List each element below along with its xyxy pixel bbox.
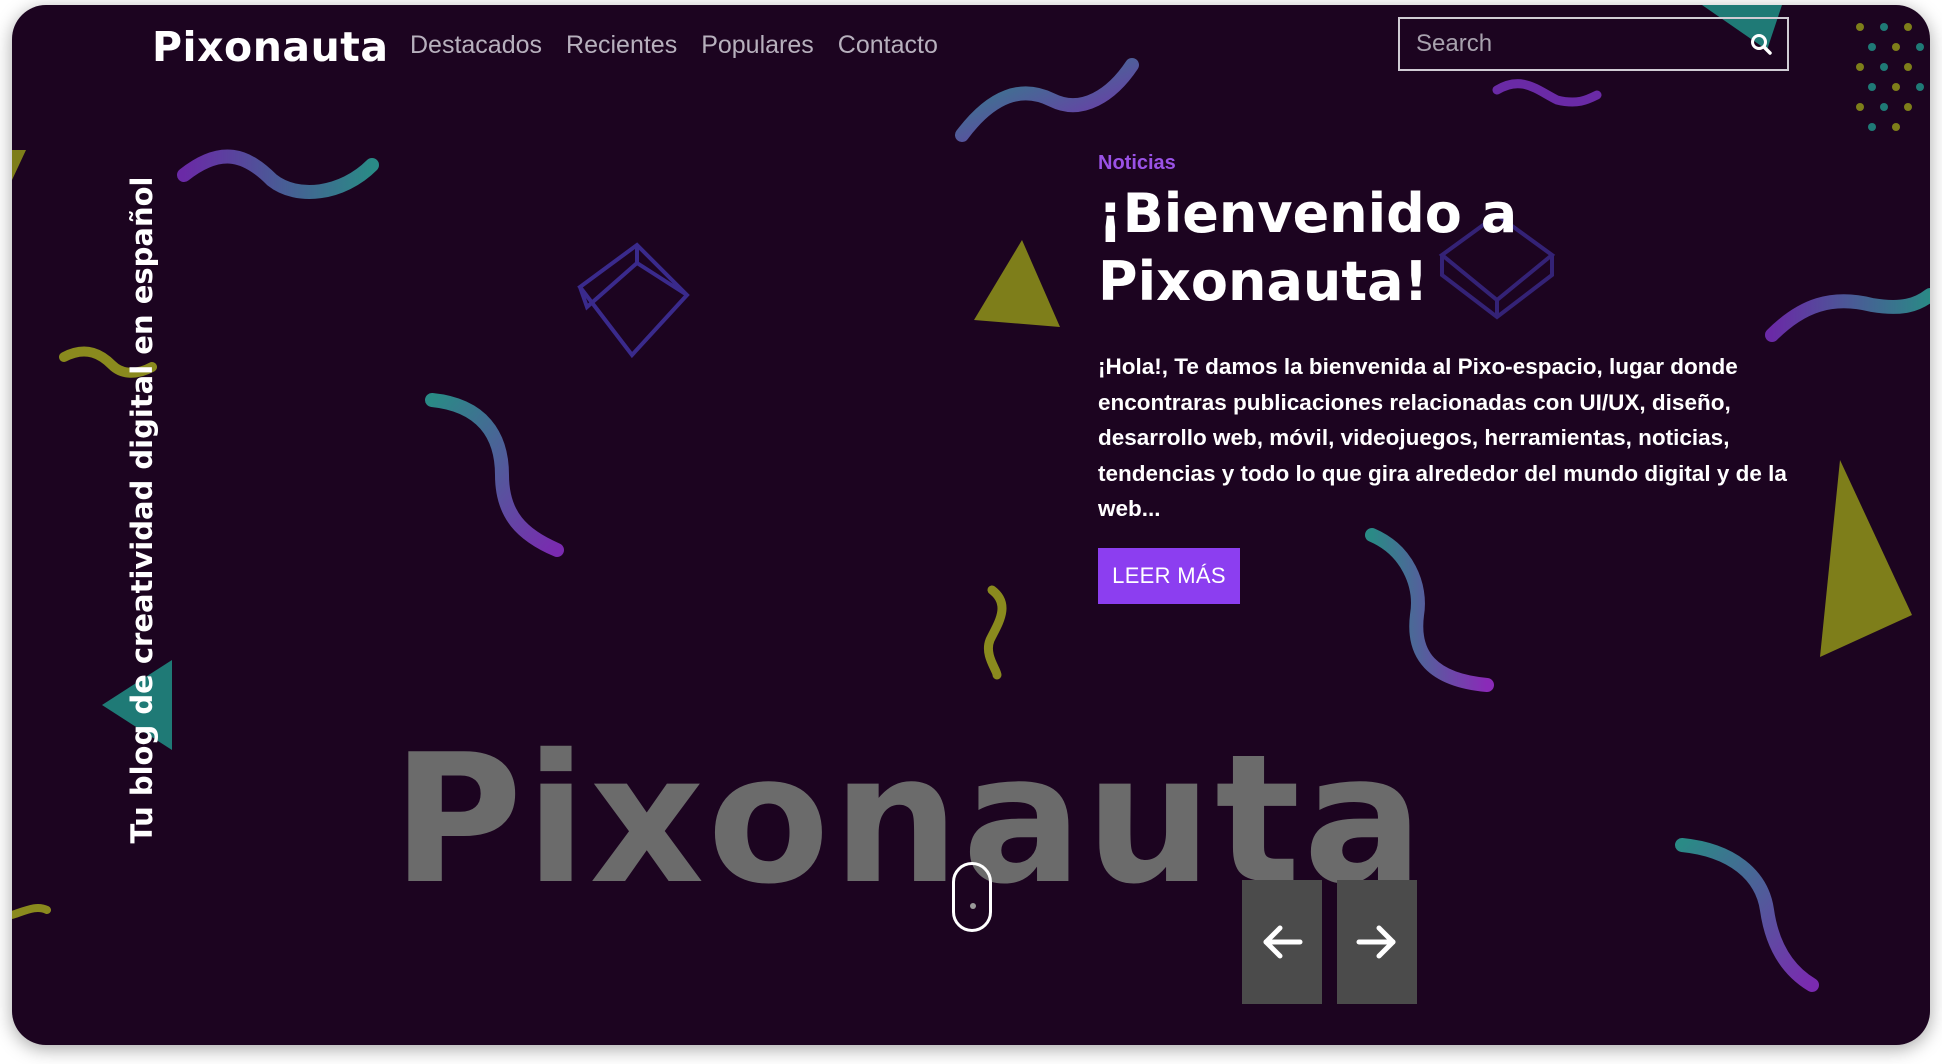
site-logo[interactable]: Pixonauta — [152, 23, 389, 71]
nav-populares[interactable]: Populares — [701, 31, 814, 60]
search-input[interactable] — [1400, 29, 1739, 59]
hero-description: ¡Hola!, Te damos la bienvenida al Pixo-e… — [1098, 354, 1787, 521]
mouse-scroll-icon[interactable] — [952, 862, 992, 932]
post-category[interactable]: Noticias — [1098, 152, 1176, 175]
arrow-left-icon — [1263, 925, 1303, 959]
nav-contacto[interactable]: Contacto — [838, 31, 938, 60]
nav-destacados[interactable]: Destacados — [410, 31, 542, 60]
hero-title: ¡Bienvenido a Pixonauta! — [1098, 182, 1518, 313]
scroll-dot — [970, 903, 976, 909]
prev-slide-button[interactable] — [1242, 880, 1322, 1004]
vertical-tagline: Tu blog de creatividad digital en españo… — [125, 176, 159, 844]
search-box — [1398, 17, 1789, 71]
nav-recientes[interactable]: Recientes — [566, 31, 677, 60]
read-more-button[interactable]: LEER MÁS — [1098, 548, 1240, 604]
main-nav: Destacados Recientes Populares Contacto — [410, 31, 938, 60]
search-icon[interactable] — [1739, 22, 1783, 66]
arrow-right-icon — [1356, 925, 1396, 959]
next-slide-button[interactable] — [1337, 880, 1417, 1004]
browser-frame: Pixonauta Destacados Recientes Populares… — [12, 5, 1930, 1045]
